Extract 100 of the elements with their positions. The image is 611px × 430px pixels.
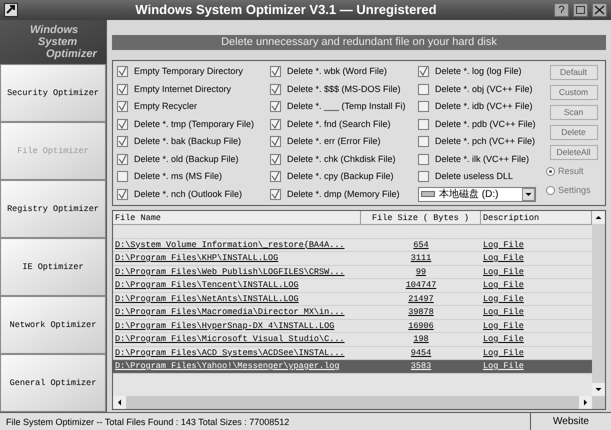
- sidebar-item[interactable]: Registry Optimizer: [0, 180, 106, 238]
- table-cell: D:\Program Files\Macromedia\Director MX\in...: [115, 307, 345, 317]
- checkbox[interactable]: [270, 136, 281, 148]
- table-row[interactable]: D:\Program Files\Macromedia\Director MX\in... 39878 Log File: [113, 306, 592, 320]
- checkbox[interactable]: [418, 171, 429, 182]
- checkbox[interactable]: [117, 118, 128, 130]
- drive-value: 本地磁盘 (D:): [439, 188, 500, 202]
- action-button[interactable]: Scan: [550, 105, 598, 120]
- table-cell: D:\Program Files\Web Publish\LOGFILES\CRSW...: [115, 266, 345, 276]
- checkbox[interactable]: [418, 101, 429, 112]
- checkbox[interactable]: [270, 118, 281, 130]
- table-row[interactable]: D:\Program Files\HyperSnap-DX 4\INSTALL.LOG 16906 Log File: [113, 320, 592, 333]
- table-row[interactable]: D:\Program Files\Tencent\INSTALL.LOG 104747 Log File: [113, 279, 592, 292]
- radio-button[interactable]: [546, 167, 555, 176]
- logo-text: Optimizer: [46, 48, 97, 60]
- option-label: Delete *. pch (VC++ File): [435, 135, 536, 148]
- checkbox[interactable]: [418, 154, 429, 165]
- table-cell: 99: [416, 266, 426, 276]
- radio-label: Settings: [558, 184, 591, 197]
- sidebar-item[interactable]: Security Optimizer: [0, 64, 106, 122]
- table-cell: 16906: [408, 320, 434, 330]
- scroll-up-icon[interactable]: [592, 211, 605, 224]
- option-label: Delete *. tmp (Temporary File): [134, 118, 254, 131]
- action-button[interactable]: DeleteAll: [550, 145, 598, 160]
- drive-dropdown[interactable]: 本地磁盘 (D:): [418, 186, 536, 202]
- checkbox[interactable]: [418, 118, 429, 130]
- action-button[interactable]: Custom: [550, 85, 598, 100]
- column-header[interactable]: File Size ( Bytes ): [361, 211, 481, 224]
- option-label: Delete useless DLL: [435, 170, 514, 183]
- option-label: Delete *. dmp (Memory File): [287, 188, 400, 201]
- checkbox[interactable]: [117, 101, 128, 112]
- table-cell: Log File: [483, 240, 524, 250]
- option-label: Delete *. chk (Chkdisk File): [287, 152, 396, 166]
- table-row[interactable]: D:\Program Files\Yahoo!\Messenger\ypager.log 3583 Log File: [113, 360, 592, 374]
- table-cell: D:\Program Files\Tencent\INSTALL.LOG: [115, 280, 299, 290]
- table-cell: Log File: [483, 307, 524, 317]
- option-label: Empty Internet Directory: [134, 82, 232, 96]
- table-row[interactable]: D:\Program Files\Microsoft Visual Studio\C... 198 Log File: [113, 333, 592, 346]
- table-cell: Log File: [483, 280, 524, 290]
- column-header[interactable]: File Name: [113, 211, 361, 224]
- table-cell: 9454: [410, 348, 432, 358]
- checkbox[interactable]: [270, 188, 281, 200]
- action-button[interactable]: Default: [550, 65, 598, 80]
- table-cell: 198: [413, 334, 429, 344]
- option-label: Delete *. bak (Backup File): [134, 135, 242, 148]
- checkbox[interactable]: [117, 84, 128, 95]
- table-cell: D:\System Volume Information\_restore{BA4A...: [115, 240, 345, 250]
- horizontal-scrollbar[interactable]: [113, 396, 605, 409]
- sidebar-item[interactable]: IE Optimizer: [0, 238, 106, 296]
- option-label: Delete *. ilk (VC++ File): [435, 152, 530, 166]
- table-cell: Log File: [483, 294, 524, 304]
- checkbox[interactable]: [270, 66, 281, 78]
- option-label: Delete *. log (log File): [435, 65, 522, 78]
- close-icon[interactable]: [592, 3, 607, 17]
- checkbox[interactable]: [418, 136, 429, 148]
- sidebar-item[interactable]: Network Optimizer: [0, 296, 106, 354]
- scroll-down-icon[interactable]: [592, 383, 605, 396]
- checkbox[interactable]: [418, 66, 429, 78]
- scroll-right-icon[interactable]: [579, 396, 592, 409]
- table-row[interactable]: D:\Program Files\NetAnts\INSTALL.LOG 21497 Log File: [113, 292, 592, 306]
- maximize-icon[interactable]: [573, 3, 588, 17]
- checkbox[interactable]: [270, 154, 281, 165]
- checkbox[interactable]: [418, 84, 429, 95]
- table-cell: D:\Program Files\KHP\INSTALL.LOG: [115, 253, 278, 263]
- table-cell: 654: [413, 240, 429, 250]
- table-cell: Log File: [483, 348, 524, 358]
- table-cell: D:\Program Files\Microsoft Visual Studio\C...: [115, 334, 345, 344]
- table-cell: D:\Program Files\ACD Systems\ACDSee\INSTAL...: [115, 348, 345, 358]
- table-row[interactable]: D:\System Volume Information\_restore{BA4A... 654 Log File: [113, 238, 592, 252]
- checkbox[interactable]: [117, 188, 128, 200]
- table-cell: 3583: [410, 361, 432, 371]
- option-label: Empty Recycler: [134, 100, 198, 113]
- window-title: Windows System Optimizer V3.1 — Unregistered: [134, 1, 438, 20]
- checkbox[interactable]: [117, 66, 128, 78]
- option-label: Delete *. $$$ (MS-DOS File): [287, 82, 401, 96]
- checkbox[interactable]: [117, 154, 128, 165]
- checkbox[interactable]: [270, 84, 281, 95]
- option-label: Delete *. obj (VC++ File): [435, 82, 533, 96]
- radio-button[interactable]: [546, 186, 555, 195]
- table-row[interactable]: D:\Program Files\KHP\INSTALL.LOG 3111 Log File: [113, 252, 592, 266]
- scroll-left-icon[interactable]: [113, 396, 126, 409]
- app-icon: [4, 3, 18, 17]
- website-link[interactable]: Website: [531, 413, 611, 430]
- checkbox[interactable]: [117, 171, 128, 182]
- option-label: Delete *. nch (Outlook File): [134, 188, 242, 201]
- option-label: Delete *. idb (VC++ File): [435, 100, 533, 113]
- action-button[interactable]: Delete: [550, 125, 598, 140]
- checkbox[interactable]: [117, 136, 128, 148]
- option-label: Delete *. old (Backup File): [134, 152, 239, 166]
- checkbox[interactable]: [270, 101, 281, 112]
- help-icon[interactable]: [554, 3, 569, 17]
- option-label: Delete *. cpy (Backup File): [287, 170, 394, 183]
- table-cell: 3111: [410, 253, 432, 263]
- table-cell: Log File: [483, 253, 524, 263]
- option-label: Delete *. ms (MS File): [134, 170, 222, 183]
- sidebar-item[interactable]: General Optimizer: [0, 354, 106, 412]
- table-row[interactable]: D:\Program Files\Web Publish\LOGFILES\CRSW... 99 Log File: [113, 266, 592, 279]
- checkbox[interactable]: [270, 171, 281, 182]
- option-label: Delete *. fnd (Search File): [287, 118, 391, 131]
- vertical-scrollbar[interactable]: [592, 211, 605, 396]
